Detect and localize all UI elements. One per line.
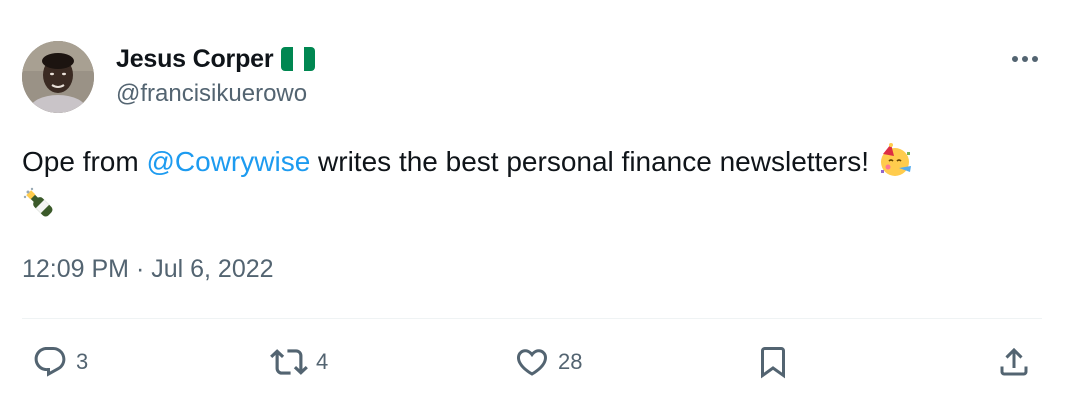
tweet-text-after: writes the best personal finance newslet… xyxy=(310,146,869,177)
more-options-button[interactable] xyxy=(1008,46,1042,72)
author-handle[interactable]: @francisikuerowo xyxy=(116,80,307,108)
avatar[interactable] xyxy=(22,41,94,113)
like-count: 28 xyxy=(558,349,583,374)
tweet-text: Ope from @Cowrywise writes the best pers… xyxy=(22,140,1032,228)
reply-button[interactable]: 3 xyxy=(32,336,88,388)
more-horizontal-icon xyxy=(1012,56,1038,62)
mention-link[interactable]: @Cowrywise xyxy=(146,146,310,177)
share-icon xyxy=(1000,347,1028,376)
like-button[interactable]: 28 xyxy=(514,336,582,388)
nigeria-flag-icon xyxy=(281,47,316,71)
divider xyxy=(22,318,1042,319)
tweet-card: Jesus Corper @francisikuerowo Ope from @… xyxy=(0,0,1082,406)
retweet-count: 4 xyxy=(316,349,329,374)
retweet-button[interactable]: 4 xyxy=(270,336,328,388)
reply-icon xyxy=(34,347,66,377)
bookmark-button[interactable] xyxy=(755,336,791,388)
tweet-timestamp[interactable]: 12:09 PM · Jul 6, 2022 xyxy=(22,255,274,284)
author-name-row: Jesus Corper xyxy=(116,42,316,76)
heart-icon xyxy=(516,349,548,376)
champagne-bottle-icon xyxy=(22,186,58,222)
partying-face-icon xyxy=(877,142,913,178)
author-display-name[interactable]: Jesus Corper xyxy=(116,45,274,74)
action-bar: 3 4 28 xyxy=(22,336,1042,388)
emoji-line xyxy=(22,184,1032,228)
reply-count: 3 xyxy=(76,349,89,374)
share-button[interactable] xyxy=(996,336,1032,388)
retweet-icon xyxy=(270,349,308,375)
bookmark-icon xyxy=(761,347,785,379)
tweet-text-before: Ope from xyxy=(22,146,147,177)
